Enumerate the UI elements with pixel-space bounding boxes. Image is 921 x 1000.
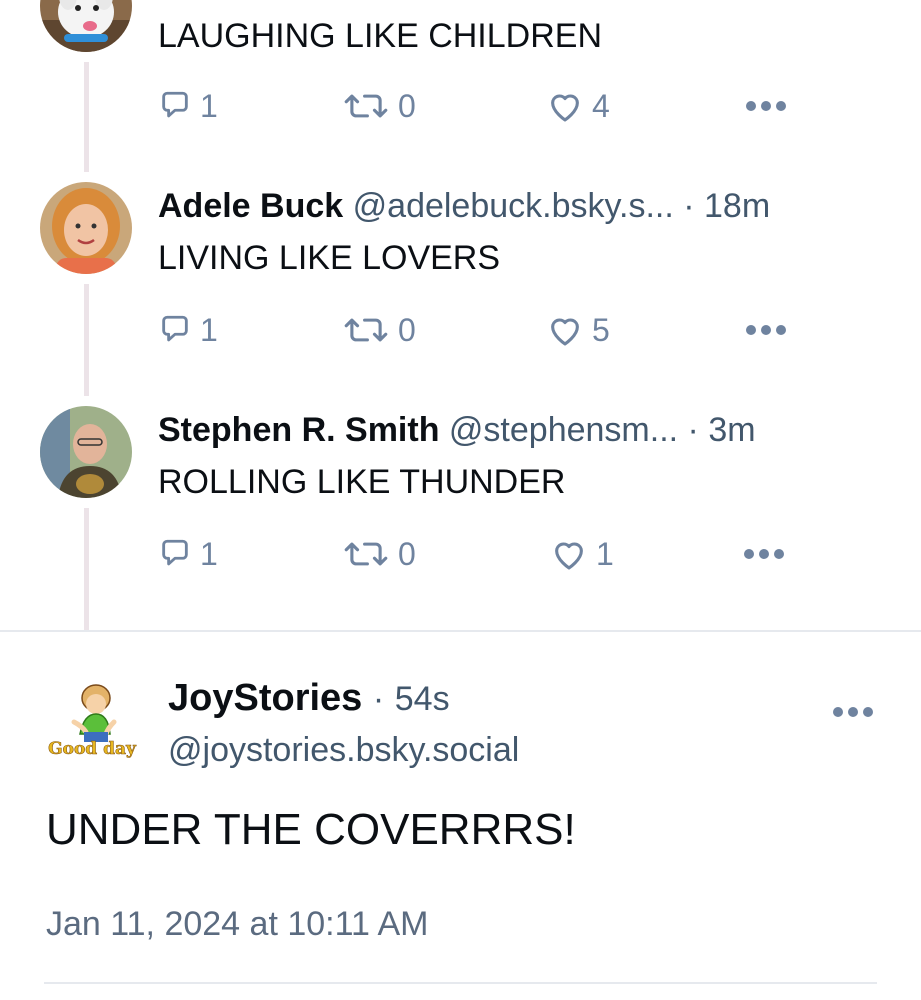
avatar[interactable] — [40, 182, 132, 274]
like-count: 1 — [596, 535, 614, 572]
author-name[interactable]: JoyStories — [168, 677, 362, 719]
more-button[interactable] — [831, 698, 875, 726]
more-button[interactable] — [744, 316, 788, 344]
avatar[interactable] — [40, 0, 132, 52]
reply-icon — [162, 315, 188, 342]
more-button[interactable] — [742, 540, 786, 568]
post-text: UNDER THE COVERRRS! — [46, 805, 576, 854]
cartoon-avatar-icon: Good day — [48, 684, 137, 759]
repost-button[interactable]: 0 — [342, 532, 416, 576]
thread-post[interactable]: LAUGHING LIKE CHILDREN 1 0 4 — [0, 0, 921, 170]
heart-icon — [555, 542, 583, 570]
repost-count: 0 — [398, 87, 416, 124]
separator-dot: · — [683, 187, 695, 225]
repost-icon — [344, 94, 388, 118]
like-button[interactable]: 4 — [546, 84, 610, 128]
post-text: LIVING LIKE LOVERS — [158, 239, 501, 277]
reply-icon — [162, 91, 188, 118]
reply-button[interactable]: 1 — [158, 308, 218, 352]
author-name[interactable]: Adele Buck — [158, 187, 343, 225]
reply-count: 1 — [200, 87, 218, 124]
repost-icon — [344, 318, 388, 342]
post-actions: 1 0 1 — [0, 532, 921, 576]
post-actions: 1 0 5 — [0, 308, 921, 352]
avatar[interactable]: Good day — [44, 682, 140, 772]
more-icon — [833, 707, 873, 717]
dog-avatar-icon — [40, 0, 132, 52]
post-time[interactable]: 3m — [708, 411, 755, 449]
reply-button[interactable]: 1 — [158, 532, 218, 576]
repost-button[interactable]: 0 — [342, 84, 416, 128]
post-time[interactable]: 18m — [704, 187, 770, 225]
separator-dot: · — [687, 411, 699, 449]
author-handle[interactable]: @joystories.bsky.social — [168, 730, 519, 770]
like-count: 4 — [592, 87, 610, 124]
avatar-caption: Good day — [48, 739, 137, 759]
repost-icon — [344, 542, 388, 566]
more-icon — [746, 101, 786, 111]
repost-count: 0 — [398, 535, 416, 572]
avatar[interactable] — [40, 406, 132, 498]
person-avatar-icon — [40, 406, 132, 498]
thread-post[interactable]: Stephen R. Smith @stephensm... · 3m ROLL… — [0, 394, 921, 630]
thread: LAUGHING LIKE CHILDREN 1 0 4 Adele Buck … — [0, 0, 921, 630]
more-button[interactable] — [744, 92, 788, 120]
reply-count: 1 — [200, 535, 218, 572]
post-text: LAUGHING LIKE CHILDREN — [158, 17, 602, 55]
post-header: Adele Buck @adelebuck.bsky.s... · 18m — [158, 186, 770, 226]
more-icon — [746, 325, 786, 335]
heart-icon — [551, 318, 579, 346]
like-button[interactable]: 1 — [550, 532, 614, 576]
author-handle[interactable]: @adelebuck.bsky.s... — [353, 187, 674, 225]
post-header: JoyStories · 54s — [168, 676, 450, 721]
person-avatar-icon — [40, 182, 132, 274]
post-time[interactable]: 54s — [395, 680, 450, 718]
author-name[interactable]: Stephen R. Smith — [158, 411, 439, 449]
repost-count: 0 — [398, 311, 416, 348]
thread-post[interactable]: Adele Buck @adelebuck.bsky.s... · 18m LI… — [0, 170, 921, 394]
reply-icon — [162, 539, 188, 566]
author-handle[interactable]: @stephensm... — [449, 411, 678, 449]
separator-dot: · — [372, 680, 385, 718]
like-button[interactable]: 5 — [546, 308, 610, 352]
post-text: ROLLING LIKE THUNDER — [158, 463, 566, 501]
divider — [44, 982, 877, 984]
like-count: 5 — [592, 311, 610, 348]
more-icon — [744, 549, 784, 559]
reply-button[interactable]: 1 — [158, 84, 218, 128]
main-post: Good day JoyStories · 54s @joystories.bs… — [0, 632, 921, 1000]
post-header: Stephen R. Smith @stephensm... · 3m — [158, 410, 756, 450]
repost-button[interactable]: 0 — [342, 308, 416, 352]
reply-count: 1 — [200, 311, 218, 348]
post-timestamp: Jan 11, 2024 at 10:11 AM — [46, 905, 429, 943]
heart-icon — [551, 94, 579, 122]
post-actions: 1 0 4 — [0, 84, 921, 128]
